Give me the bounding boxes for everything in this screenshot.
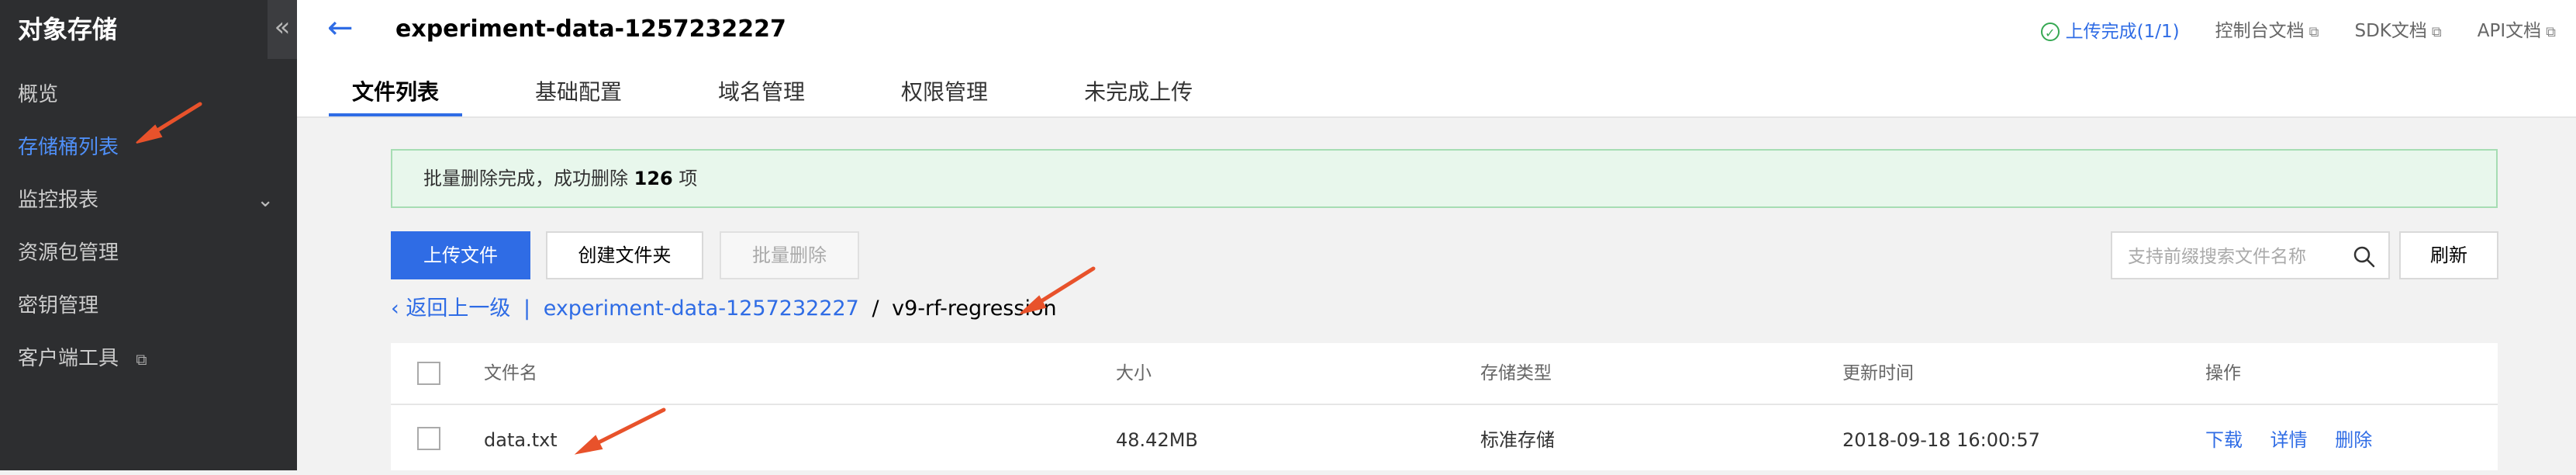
sdk-docs-link[interactable]: SDK文档 ⧉ xyxy=(2354,17,2441,47)
search-icon[interactable] xyxy=(2353,245,2376,269)
sidebar-item-label: 监控报表 xyxy=(18,189,99,212)
file-name[interactable]: data.txt xyxy=(484,405,558,475)
external-link-icon: ⧉ xyxy=(136,350,147,369)
download-link[interactable]: 下载 xyxy=(2205,429,2243,451)
chevron-down-icon: ⌄ xyxy=(257,189,274,212)
breadcrumb-current-folder: v9-rf-regression xyxy=(892,296,1057,321)
upload-status-label: 上传完成(1/1) xyxy=(2065,22,2180,42)
create-folder-button[interactable]: 创建文件夹 xyxy=(546,231,703,279)
column-header-size: 大小 xyxy=(1116,363,1152,383)
select-all-checkbox[interactable] xyxy=(417,362,440,385)
details-link[interactable]: 详情 xyxy=(2270,429,2308,451)
column-header-actions: 操作 xyxy=(2205,363,2241,383)
breadcrumb: ‹ 返回上一级 | experiment-data-1257232227 / v… xyxy=(391,293,1057,324)
collapse-sidebar-icon[interactable]: « xyxy=(268,0,297,59)
back-arrow-icon[interactable]: ← xyxy=(327,12,354,43)
search-box xyxy=(2111,231,2390,279)
table-row: data.txt 48.42MB 标准存储 2018-09-18 16:00:5… xyxy=(391,405,2498,475)
sidebar-item-overview[interactable]: 概览 xyxy=(18,75,274,115)
sidebar-item-client-tools[interactable]: 客户端工具 ⧉ xyxy=(18,338,274,379)
tab-incomplete-uploads[interactable]: 未完成上传 xyxy=(1061,73,1216,116)
sdk-docs-label: SDK文档 xyxy=(2354,21,2427,41)
sidebar-item-resource-packs[interactable]: 资源包管理 xyxy=(18,233,274,273)
batch-delete-button: 批量删除 xyxy=(720,231,859,279)
tab-permission-management[interactable]: 权限管理 xyxy=(878,73,1011,116)
sidebar-item-label: 概览 xyxy=(18,83,59,106)
file-size: 48.42MB xyxy=(1116,429,1198,451)
sidebar: 对象存储 « 概览 存储桶列表 监控报表 ⌄ 资源包管理 密钥管理 客户端工具 … xyxy=(0,0,297,470)
breadcrumb-divider: | xyxy=(523,296,531,321)
sidebar-item-bucket-list[interactable]: 存储桶列表 xyxy=(18,127,274,168)
breadcrumb-back-label: 返回上一级 xyxy=(406,296,511,321)
sidebar-item-label: 存储桶列表 xyxy=(18,136,119,159)
sidebar-item-keys[interactable]: 密钥管理 xyxy=(18,286,274,326)
tab-bar: 文件列表 基础配置 域名管理 权限管理 未完成上传 xyxy=(329,73,1266,116)
alert-count: 126 xyxy=(634,168,673,189)
column-header-name: 文件名 xyxy=(484,363,537,383)
refresh-button[interactable]: 刷新 xyxy=(2399,231,2498,279)
success-alert: 批量删除完成，成功删除 126 项 xyxy=(391,149,2498,208)
sidebar-item-monitoring[interactable]: 监控报表 ⌄ xyxy=(18,180,274,220)
api-docs-label: API文档 xyxy=(2477,21,2542,41)
tab-domain-management[interactable]: 域名管理 xyxy=(695,73,828,116)
api-docs-link[interactable]: API文档 ⧉ xyxy=(2478,17,2556,47)
tab-basic-config[interactable]: 基础配置 xyxy=(512,73,645,116)
row-checkbox[interactable] xyxy=(417,427,440,450)
sidebar-item-label: 客户端工具 xyxy=(18,347,119,370)
sidebar-item-label: 密钥管理 xyxy=(18,294,99,317)
updated-time: 2018-09-18 16:00:57 xyxy=(1842,429,2040,451)
chevron-left-icon: ‹ xyxy=(391,296,406,321)
external-link-icon: ⧉ xyxy=(2431,24,2442,40)
breadcrumb-bucket-link[interactable]: experiment-data-1257232227 xyxy=(544,296,859,321)
breadcrumb-separator: / xyxy=(872,296,879,321)
storage-class: 标准存储 xyxy=(1480,429,1555,451)
delete-link[interactable]: 删除 xyxy=(2335,429,2372,451)
console-docs-link[interactable]: 控制台文档 ⧉ xyxy=(2215,17,2319,47)
page-title: experiment-data-1257232227 xyxy=(395,16,786,43)
upload-file-button[interactable]: 上传文件 xyxy=(391,231,530,279)
breadcrumb-back-link[interactable]: ‹ 返回上一级 xyxy=(391,296,510,321)
external-link-icon: ⧉ xyxy=(2546,24,2556,40)
alert-suffix: 项 xyxy=(679,168,698,189)
file-table: 文件名 大小 存储类型 更新时间 操作 data.txt 48.42MB 标准存… xyxy=(391,343,2498,470)
tab-file-list[interactable]: 文件列表 xyxy=(329,73,463,116)
console-docs-label: 控制台文档 xyxy=(2215,21,2305,41)
sidebar-item-label: 资源包管理 xyxy=(18,241,119,265)
search-input[interactable] xyxy=(2126,241,2346,273)
sidebar-title: 对象存储 xyxy=(18,15,118,44)
table-header: 文件名 大小 存储类型 更新时间 操作 xyxy=(391,343,2498,405)
alert-prefix: 批量删除完成，成功删除 xyxy=(423,168,628,189)
upload-status-link[interactable]: ✓ 上传完成(1/1) xyxy=(2040,17,2180,47)
check-circle-icon: ✓ xyxy=(2040,23,2060,41)
column-header-updated: 更新时间 xyxy=(1842,363,1914,383)
external-link-icon: ⧉ xyxy=(2308,24,2319,40)
row-actions: 下载 详情 删除 xyxy=(2205,405,2394,475)
top-links: ✓ 上传完成(1/1) 控制台文档 ⧉ SDK文档 ⧉ API文档 ⧉ xyxy=(2040,17,2556,47)
column-header-storage-class: 存储类型 xyxy=(1480,363,1552,383)
